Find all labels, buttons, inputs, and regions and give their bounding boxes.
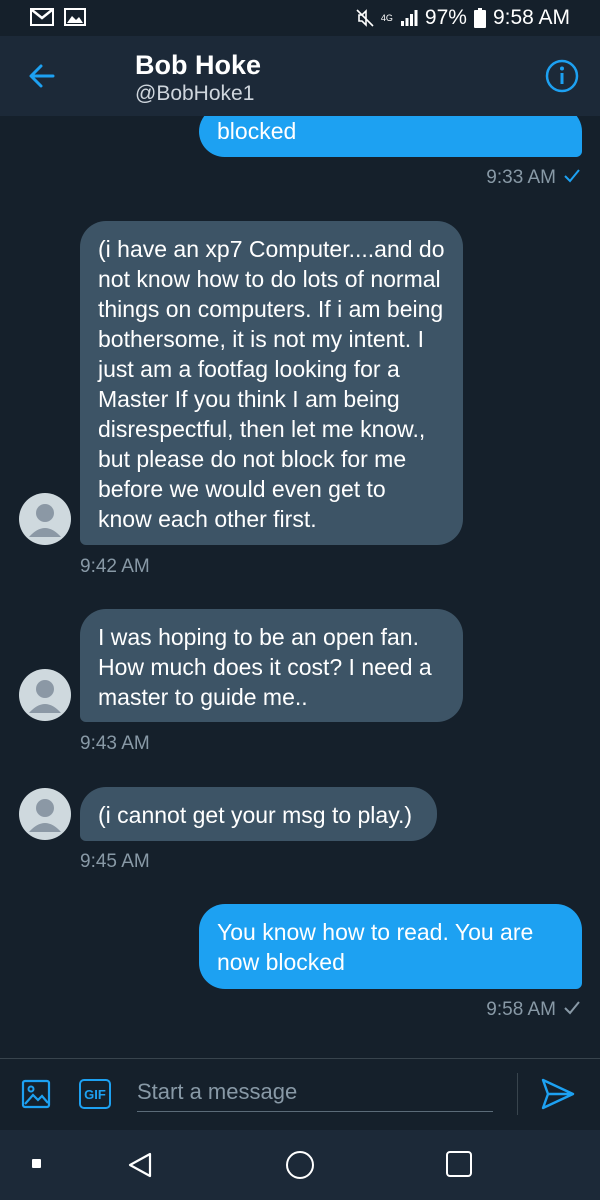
mute-icon bbox=[356, 9, 374, 27]
gallery-icon bbox=[64, 8, 86, 26]
status-bar: 4G 97% 9:58 AM bbox=[0, 0, 600, 36]
message-timestamp: 9:42 AM bbox=[80, 556, 150, 577]
contact-name: Bob Hoke bbox=[135, 50, 262, 80]
composer-divider bbox=[517, 1073, 518, 1115]
battery-icon bbox=[473, 8, 486, 28]
message-bubble-sent[interactable]: blocked bbox=[199, 116, 582, 157]
message-timestamp: 9:33 AM bbox=[486, 167, 580, 189]
network-label: 4G bbox=[380, 12, 393, 23]
message-text: I was hoping to be an open fan. How much… bbox=[98, 624, 432, 710]
avatar[interactable] bbox=[19, 669, 71, 721]
info-icon[interactable] bbox=[544, 58, 580, 94]
message-text: blocked bbox=[217, 118, 297, 144]
system-nav-bar bbox=[0, 1130, 600, 1200]
image-icon[interactable] bbox=[21, 1079, 51, 1109]
message-bubble-received[interactable]: I was hoping to be an open fan. How much… bbox=[80, 609, 463, 722]
nav-recent-apps-icon[interactable] bbox=[446, 1151, 472, 1177]
nav-dot-icon[interactable] bbox=[32, 1159, 41, 1168]
avatar[interactable] bbox=[19, 788, 71, 840]
message-bubble-received[interactable]: (i have an xp7 Computer....and do not kn… bbox=[80, 221, 463, 545]
gif-icon[interactable]: GIF bbox=[79, 1079, 111, 1109]
message-bubble-received[interactable]: (i cannot get your msg to play.) bbox=[80, 787, 437, 841]
read-check-icon bbox=[564, 167, 580, 189]
nav-home-icon[interactable] bbox=[286, 1151, 314, 1179]
gmail-icon bbox=[30, 8, 54, 26]
nav-back-icon[interactable] bbox=[126, 1150, 156, 1180]
battery-percent: 97% bbox=[424, 6, 467, 29]
back-arrow-icon[interactable] bbox=[24, 58, 60, 94]
message-bubble-sent[interactable]: You know how to read. You are now blocke… bbox=[199, 904, 582, 989]
conversation-header: Bob Hoke @BobHoke1 bbox=[0, 36, 600, 116]
clock: 9:58 AM bbox=[492, 6, 570, 29]
avatar[interactable] bbox=[19, 493, 71, 545]
signal-icon bbox=[400, 9, 418, 27]
message-timestamp: 9:45 AM bbox=[80, 851, 150, 872]
message-text: (i have an xp7 Computer....and do not kn… bbox=[98, 236, 445, 532]
message-timestamp: 9:58 AM bbox=[486, 999, 580, 1021]
read-check-icon bbox=[564, 999, 580, 1021]
message-input[interactable] bbox=[137, 1073, 493, 1112]
contact-handle: @BobHoke1 bbox=[135, 82, 255, 105]
message-timestamp: 9:43 AM bbox=[80, 733, 150, 754]
message-text: You know how to read. You are now blocke… bbox=[217, 919, 534, 975]
send-icon[interactable] bbox=[540, 1077, 576, 1111]
message-text: (i cannot get your msg to play.) bbox=[98, 802, 413, 828]
message-list[interactable]: blocked 9:33 AM (i have an xp7 Computer.… bbox=[0, 116, 600, 1058]
message-composer: GIF bbox=[0, 1058, 600, 1130]
